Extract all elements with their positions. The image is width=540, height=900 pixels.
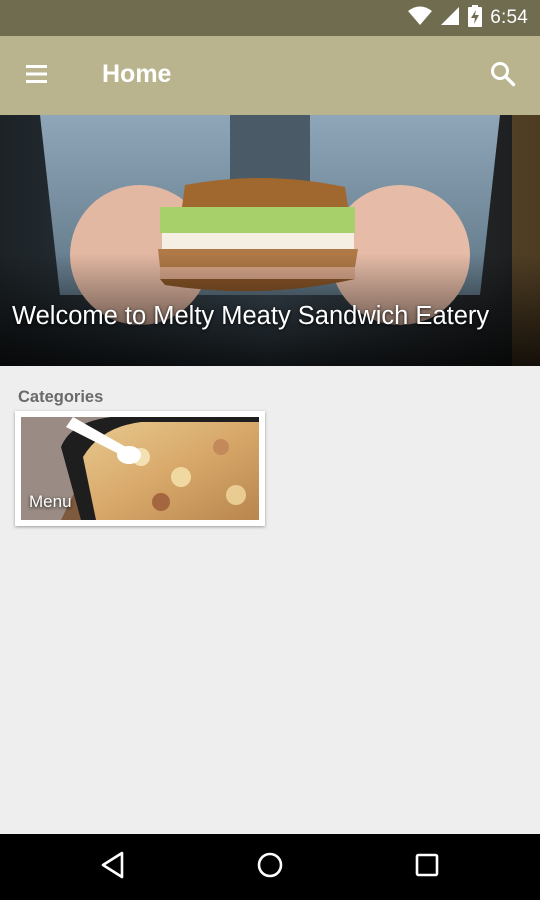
app-bar: Home: [0, 36, 540, 115]
battery-charging-icon: [468, 4, 483, 32]
back-triangle-icon: [100, 851, 126, 884]
recents-button[interactable]: [407, 847, 447, 887]
category-label: Menu: [29, 492, 72, 511]
status-time: 6:54: [490, 7, 528, 28]
menu-button[interactable]: [14, 54, 60, 98]
hero-title: Welcome to Melty Meaty Sandwich Eatery: [12, 302, 490, 330]
status-bar: 6:54: [0, 0, 540, 36]
home-button[interactable]: [250, 847, 290, 887]
recents-square-icon: [414, 852, 440, 883]
home-circle-icon: [256, 851, 284, 884]
signal-icon: [440, 6, 460, 31]
page-title: Home: [102, 60, 172, 88]
back-button[interactable]: [93, 847, 133, 887]
search-icon: [490, 61, 516, 92]
search-button[interactable]: [480, 54, 526, 98]
categories-heading: Categories: [18, 388, 104, 406]
hero-banner[interactable]: Welcome to Melty Meaty Sandwich Eatery: [0, 115, 540, 366]
system-nav-bar: [0, 834, 540, 900]
wifi-icon: [408, 6, 433, 31]
status-icons: 6:54: [408, 0, 528, 36]
category-card-menu[interactable]: Menu: [15, 411, 265, 526]
category-thumbnail: Menu: [21, 417, 259, 520]
hamburger-menu-icon: [26, 64, 48, 89]
